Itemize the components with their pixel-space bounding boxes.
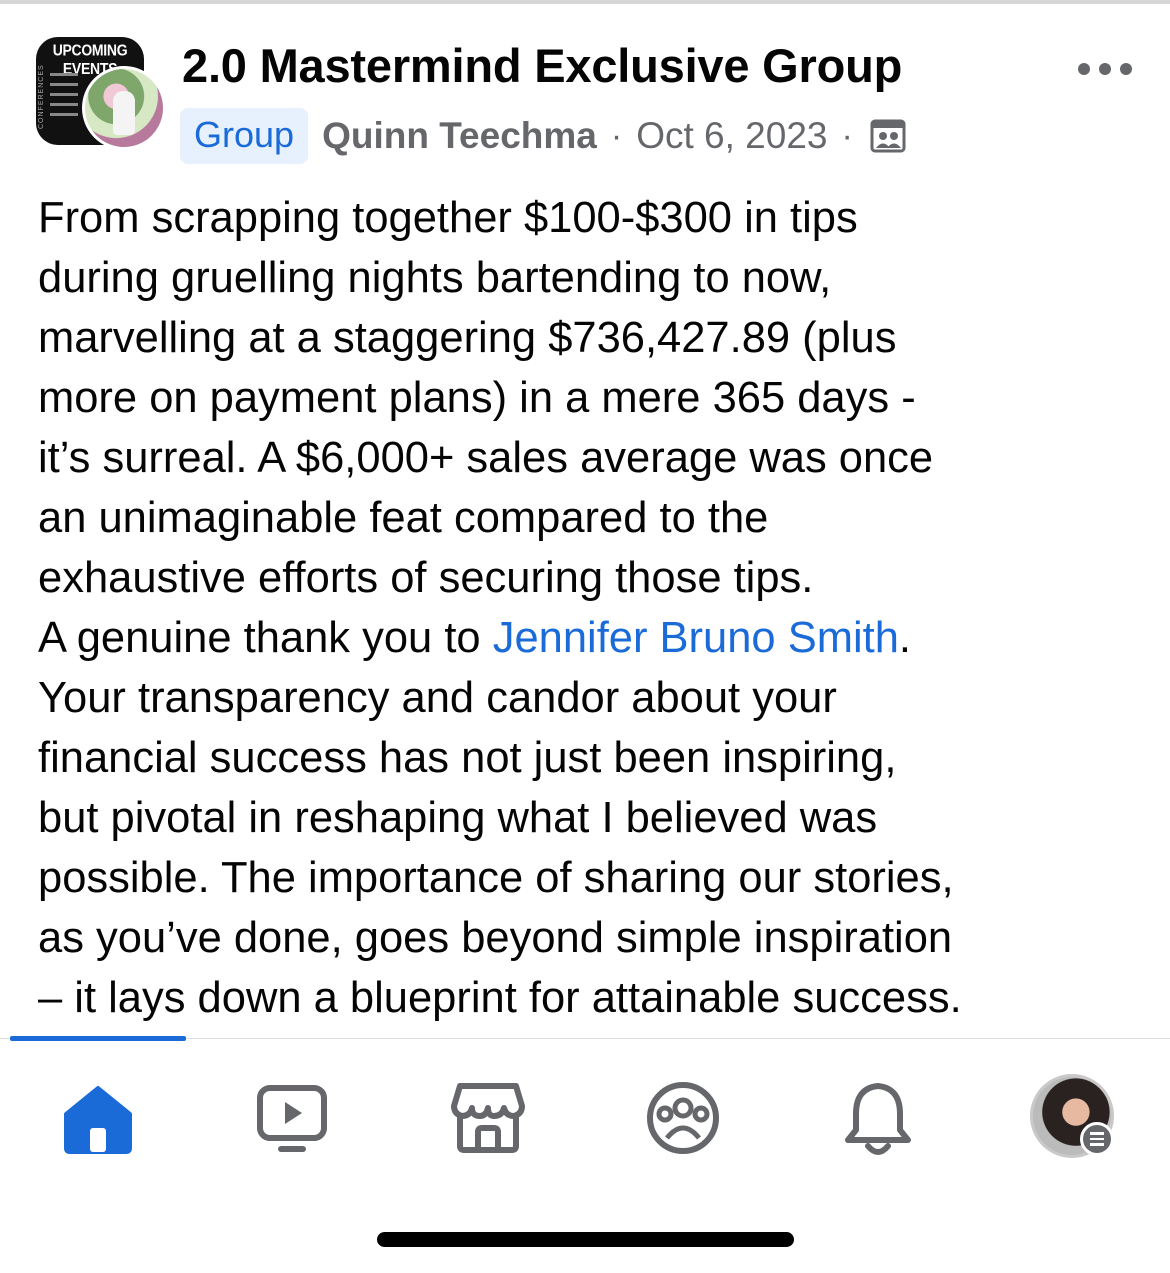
post-line: Your transparency and candor about your bbox=[38, 674, 837, 722]
meta-separator: · bbox=[610, 116, 623, 155]
mention-link[interactable]: Jennifer Bruno Smith bbox=[493, 614, 899, 662]
top-divider bbox=[0, 0, 1170, 4]
post-meta: Group Quinn Teechma · Oct 6, 2023 · bbox=[180, 106, 907, 166]
post-line: exhaustive efforts of securing those tip… bbox=[38, 554, 814, 602]
tab-marketplace[interactable] bbox=[448, 1078, 528, 1158]
home-indicator[interactable] bbox=[377, 1232, 794, 1247]
active-tab-indicator bbox=[10, 1036, 186, 1041]
more-options-button[interactable] bbox=[1078, 58, 1132, 80]
video-icon bbox=[257, 1085, 327, 1152]
tab-profile-menu[interactable] bbox=[1030, 1074, 1114, 1158]
author-avatar[interactable] bbox=[82, 66, 166, 150]
post-line: – it lays down a blueprint for attainabl… bbox=[38, 974, 962, 1022]
group-chip[interactable]: Group bbox=[180, 108, 309, 164]
author-name[interactable]: Quinn Teechma bbox=[322, 115, 597, 157]
bell-icon bbox=[845, 1083, 911, 1155]
tab-notifications[interactable] bbox=[838, 1078, 918, 1158]
group-name[interactable]: 2.0 Mastermind Exclusive Group bbox=[182, 38, 902, 93]
groups-icon bbox=[647, 1082, 719, 1154]
post-line: financial success has not just been insp… bbox=[38, 734, 897, 782]
marketplace-icon bbox=[451, 1083, 525, 1153]
members-group-icon bbox=[870, 119, 906, 153]
post-line: as you’ve done, goes beyond simple inspi… bbox=[38, 914, 953, 962]
menu-icon bbox=[1080, 1122, 1114, 1156]
meta-separator: · bbox=[841, 116, 853, 155]
thank-you-line: A genuine thank you to Jennifer Bruno Sm… bbox=[38, 608, 1138, 668]
post-line: From scrapping together $100-$300 in tip… bbox=[38, 194, 858, 242]
thank-suffix: . bbox=[898, 614, 911, 662]
thank-prefix: A genuine thank you to bbox=[38, 614, 493, 662]
post-line: an unimaginable feat compared to the bbox=[38, 494, 769, 542]
tab-groups[interactable] bbox=[643, 1078, 723, 1158]
post-line: more on payment plans) in a mere 365 day… bbox=[38, 374, 916, 422]
post-line: but pivotal in reshaping what I believed… bbox=[38, 794, 878, 842]
post-line: possible. The importance of sharing our … bbox=[38, 854, 954, 902]
post-date[interactable]: Oct 6, 2023 bbox=[636, 115, 827, 157]
post-line: it’s surreal. A $6,000+ sales average wa… bbox=[38, 434, 934, 482]
home-icon bbox=[64, 1086, 132, 1154]
post-line: during gruelling nights bartending to no… bbox=[38, 254, 832, 302]
post-line: marvelling at a staggering $736,427.89 (… bbox=[38, 314, 897, 362]
post-text: From scrapping together $100-$300 in tip… bbox=[38, 188, 1138, 1028]
tab-video[interactable] bbox=[252, 1078, 332, 1158]
group-avatar-side-text: CONFERENCES bbox=[38, 64, 45, 129]
tab-home[interactable] bbox=[58, 1078, 138, 1158]
more-horizontal-icon bbox=[1078, 63, 1090, 75]
